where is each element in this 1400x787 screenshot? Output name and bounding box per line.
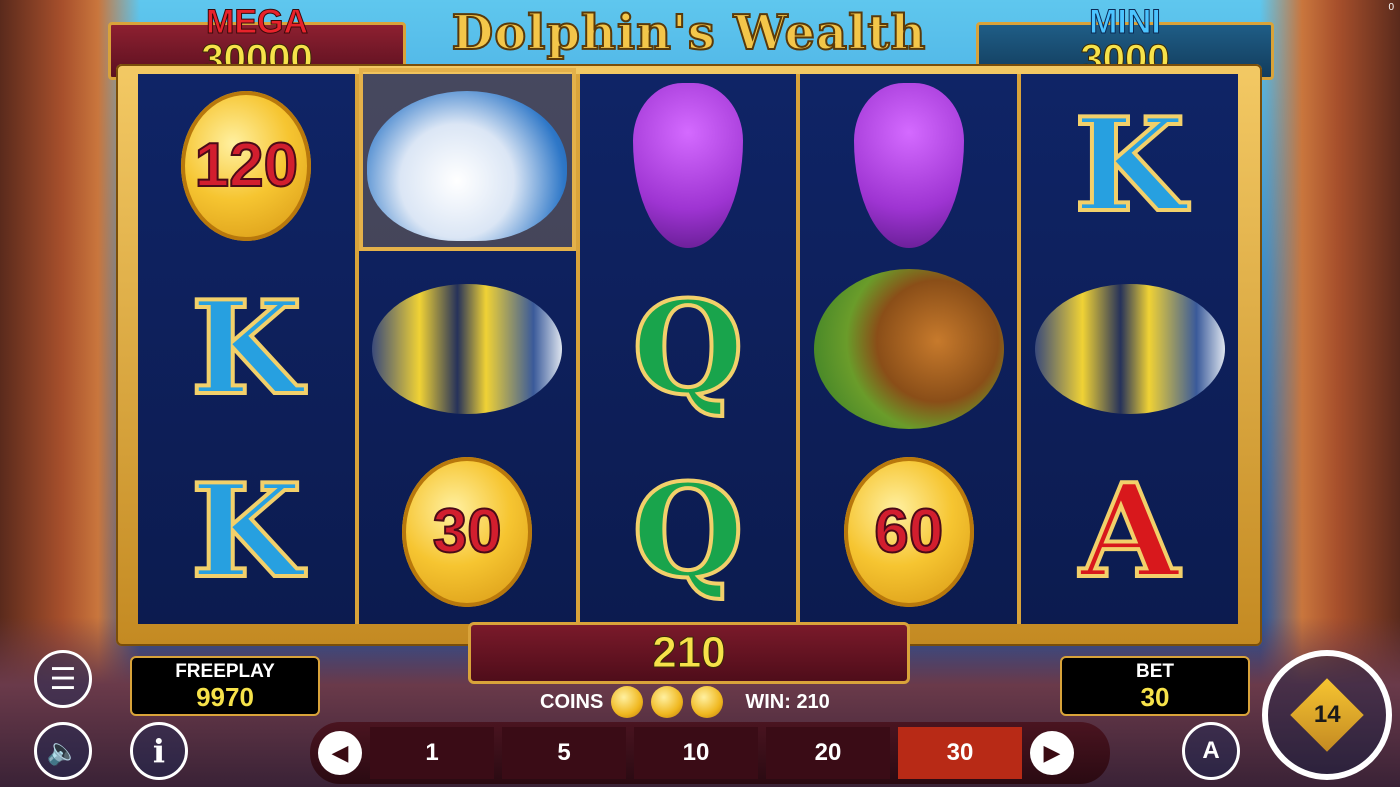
reel-cell: A (1021, 440, 1238, 623)
bet-selector: ◀ 1 5 10 20 30 ▶ (310, 722, 1110, 784)
reel-cell: K (1021, 74, 1238, 257)
symbol-k: K (189, 456, 304, 607)
bet-panel: BET 30 (1060, 656, 1250, 716)
symbol-fish (372, 283, 563, 414)
menu-button[interactable]: ☰ (34, 650, 92, 708)
bet-option-20[interactable]: 20 (766, 727, 890, 779)
bet-label: BET (1136, 661, 1174, 682)
freeplay-label: FREEPLAY (175, 661, 275, 682)
symbol-coin: 30 (402, 456, 533, 607)
symbol-coin: 60 (843, 456, 974, 607)
reel-4: 60 (800, 74, 1022, 624)
reel-1: 120 K K (138, 74, 359, 624)
reel-cell: K (138, 257, 355, 440)
reel-cell: 30 (359, 440, 576, 623)
symbol-fish (1034, 283, 1225, 414)
coin-icon (691, 686, 724, 718)
win-display: 210 (468, 622, 910, 684)
reel-2: 30 (358, 68, 580, 624)
symbol-seahorse (632, 83, 743, 248)
reel-cell: K (138, 440, 355, 623)
reel-cell: Q (580, 440, 797, 623)
reel-5: KA (1021, 74, 1238, 624)
symbol-dolphin (367, 90, 568, 241)
coins-row: COINS WIN: 210 (540, 684, 830, 720)
symbol-q: Q (630, 456, 745, 607)
coin-value: 30 (432, 496, 503, 567)
autoplay-icon: A (1202, 737, 1220, 764)
win-label: WIN: 210 (745, 690, 830, 713)
symbol-seahorse (853, 83, 964, 248)
bet-option-30[interactable]: 30 (898, 727, 1022, 779)
chevron-left-icon[interactable]: ◀ (318, 731, 362, 775)
spin-button[interactable]: 14 (1262, 650, 1392, 780)
sound-icon: 🔈 (46, 735, 80, 766)
chevron-right-icon[interactable]: ▶ (1030, 731, 1074, 775)
freeplay-panel: FREEPLAY 9970 (130, 656, 320, 716)
sound-button[interactable]: 🔈 (34, 722, 92, 780)
info-button[interactable]: i (130, 722, 188, 780)
info-icon: i (152, 732, 166, 770)
freeplay-value: 9970 (196, 682, 254, 712)
symbol-k: K (189, 273, 304, 424)
bet-options: 1 5 10 20 30 (370, 727, 1022, 779)
reel-cell (580, 74, 797, 257)
bet-value: 30 (1140, 682, 1170, 712)
symbol-k: K (1072, 90, 1187, 241)
bet-option-1[interactable]: 1 (370, 727, 494, 779)
coin-icon (611, 686, 644, 718)
reel-cell (1021, 257, 1238, 440)
reel-cell: Q (580, 257, 797, 440)
bet-option-5[interactable]: 5 (502, 727, 626, 779)
symbol-a: A (1078, 456, 1181, 607)
bet-option-10[interactable]: 10 (634, 727, 758, 779)
game-title: Dolphin's Wealth (451, 4, 927, 62)
menu-icon: ☰ (49, 662, 77, 696)
coins-label: COINS (540, 690, 604, 713)
mega-jackpot-label: MEGA (206, 3, 309, 42)
corner-counter: 0 (1388, 2, 1394, 13)
symbol-coin: 120 (181, 90, 312, 241)
reel-cell: 120 (138, 74, 355, 257)
reel-cell (800, 74, 1017, 257)
spin-label: 14 (1313, 700, 1341, 728)
coin-value: 120 (194, 130, 299, 201)
reel-3: QQ (579, 74, 801, 624)
symbol-q: Q (630, 273, 745, 424)
win-amount: 210 (652, 628, 726, 678)
coin-value: 60 (873, 496, 944, 567)
reel-cell (358, 68, 576, 257)
coin-icon (651, 686, 684, 718)
spin-icon: 14 (1290, 678, 1364, 752)
reel-cell (359, 257, 576, 440)
symbol-turtle (813, 268, 1004, 429)
autoplay-button[interactable]: A (1182, 722, 1240, 780)
reel-grid: 120 K K 30 Q Q 60 K A (138, 68, 1238, 624)
reel-cell: 60 (800, 440, 1017, 623)
reel-cell (800, 257, 1017, 440)
mini-jackpot-label: MINI (1089, 3, 1162, 42)
